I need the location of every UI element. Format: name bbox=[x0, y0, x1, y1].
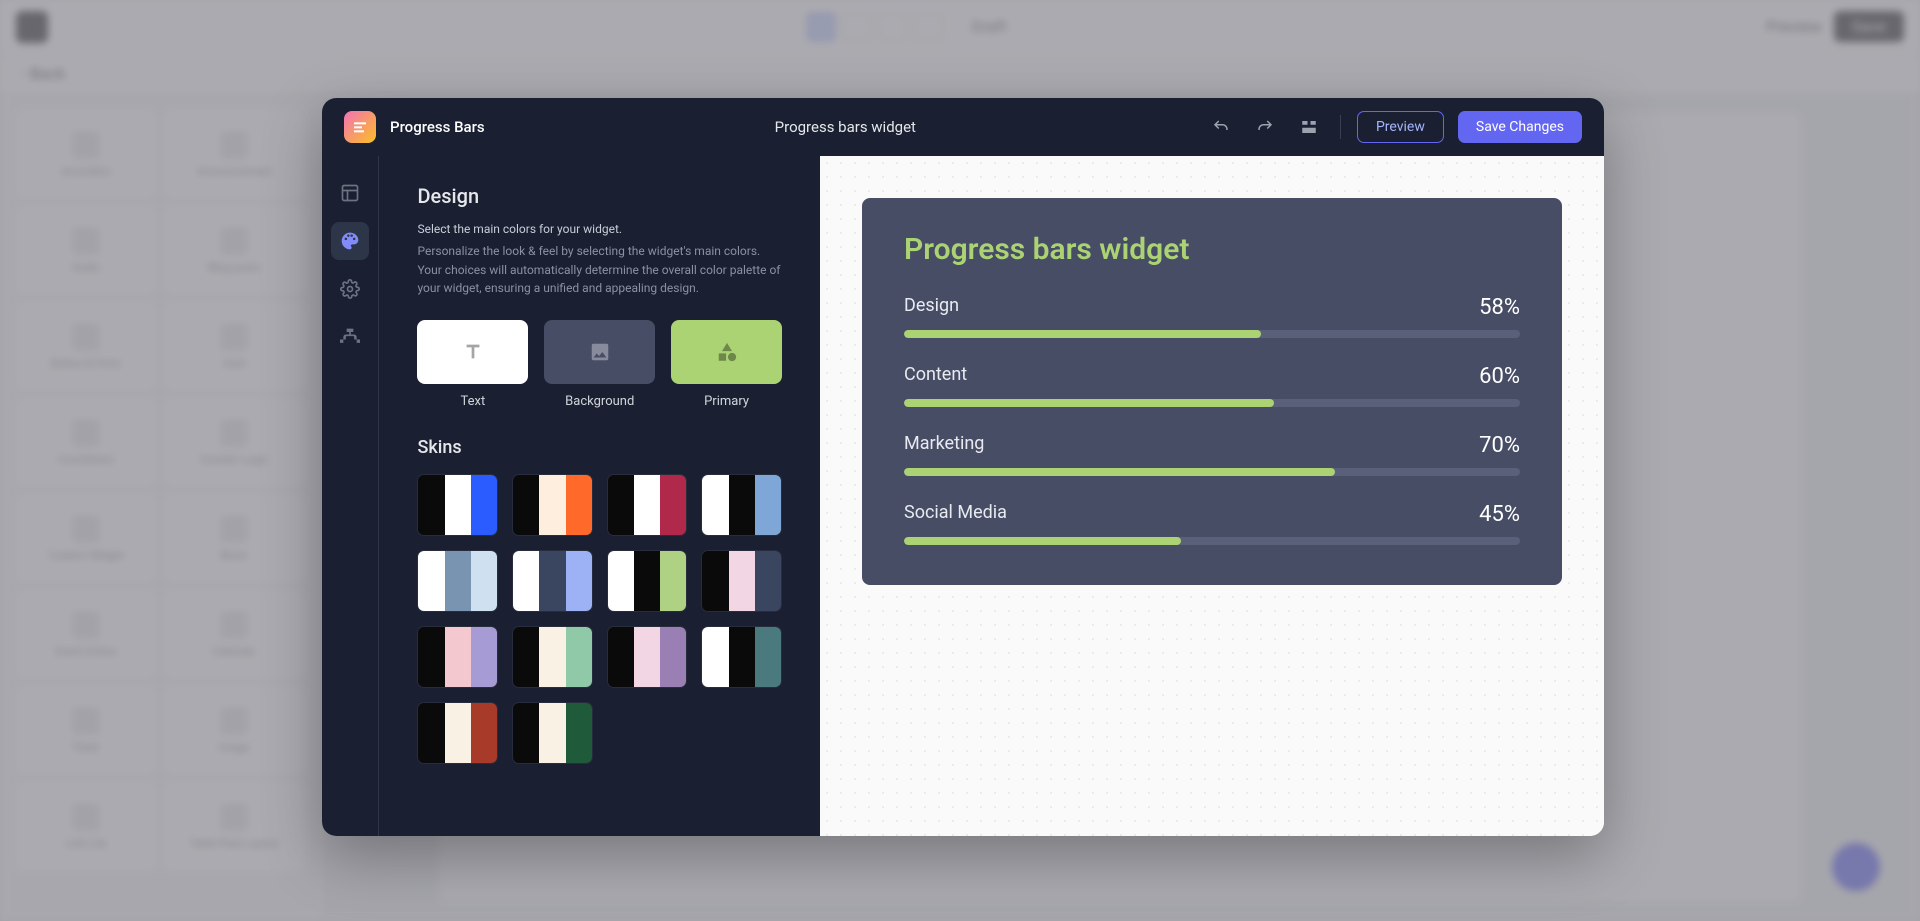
panel-subtitle-1: Select the main colors for your widget. bbox=[417, 222, 782, 236]
progress-bar-social-media: Social Media45% bbox=[904, 502, 1520, 545]
design-panel: Design Select the main colors for your w… bbox=[379, 156, 820, 836]
skin-option-13[interactable] bbox=[512, 702, 593, 764]
progress-bars-widget: Progress bars widget Design58% Content60%… bbox=[862, 198, 1562, 585]
primary-color-swatch[interactable] bbox=[671, 320, 782, 384]
background-color-label: Background bbox=[565, 394, 634, 409]
progress-bar-marketing: Marketing70% bbox=[904, 433, 1520, 476]
skins-grid bbox=[417, 474, 782, 764]
skin-option-7[interactable] bbox=[701, 550, 782, 612]
background-color-swatch[interactable] bbox=[544, 320, 655, 384]
skin-option-10[interactable] bbox=[607, 626, 688, 688]
save-changes-button[interactable]: Save Changes bbox=[1458, 111, 1582, 143]
progress-bar-content: Content60% bbox=[904, 364, 1520, 407]
panel-heading: Design bbox=[417, 184, 782, 208]
skin-option-3[interactable] bbox=[701, 474, 782, 536]
text-color-label: Text bbox=[461, 394, 486, 409]
nav-design-icon[interactable] bbox=[331, 222, 369, 260]
nav-content-icon[interactable] bbox=[331, 174, 369, 212]
skin-option-4[interactable] bbox=[417, 550, 498, 612]
app-name: Progress Bars bbox=[390, 118, 485, 136]
redo-icon[interactable] bbox=[1250, 112, 1280, 142]
modal-header: Progress Bars Progress bars widget Previ… bbox=[322, 98, 1604, 156]
skin-option-2[interactable] bbox=[607, 474, 688, 536]
skin-option-0[interactable] bbox=[417, 474, 498, 536]
color-cards: Text Background Primary bbox=[417, 320, 782, 409]
progress-bar-design: Design58% bbox=[904, 295, 1520, 338]
preview-button[interactable]: Preview bbox=[1357, 111, 1444, 143]
skin-option-1[interactable] bbox=[512, 474, 593, 536]
nav-settings-icon[interactable] bbox=[331, 270, 369, 308]
app-logo bbox=[344, 111, 376, 143]
skins-heading: Skins bbox=[417, 437, 782, 458]
layout-icon[interactable] bbox=[1294, 112, 1324, 142]
skin-option-5[interactable] bbox=[512, 550, 593, 612]
text-color-swatch[interactable] bbox=[417, 320, 528, 384]
skin-option-11[interactable] bbox=[701, 626, 782, 688]
modal-sidebar-nav bbox=[322, 156, 379, 836]
skin-option-9[interactable] bbox=[512, 626, 593, 688]
widget-editor-modal: Progress Bars Progress bars widget Previ… bbox=[322, 98, 1604, 836]
undo-icon[interactable] bbox=[1206, 112, 1236, 142]
primary-color-label: Primary bbox=[704, 394, 749, 409]
widget-preview-canvas: Progress bars widget Design58% Content60%… bbox=[820, 156, 1604, 836]
modal-title: Progress bars widget bbox=[499, 118, 1192, 136]
skin-option-6[interactable] bbox=[607, 550, 688, 612]
skin-option-12[interactable] bbox=[417, 702, 498, 764]
nav-integrations-icon[interactable] bbox=[331, 318, 369, 356]
skin-option-8[interactable] bbox=[417, 626, 498, 688]
widget-title: Progress bars widget bbox=[904, 232, 1520, 267]
panel-subtitle-2: Personalize the look & feel by selecting… bbox=[417, 242, 782, 298]
